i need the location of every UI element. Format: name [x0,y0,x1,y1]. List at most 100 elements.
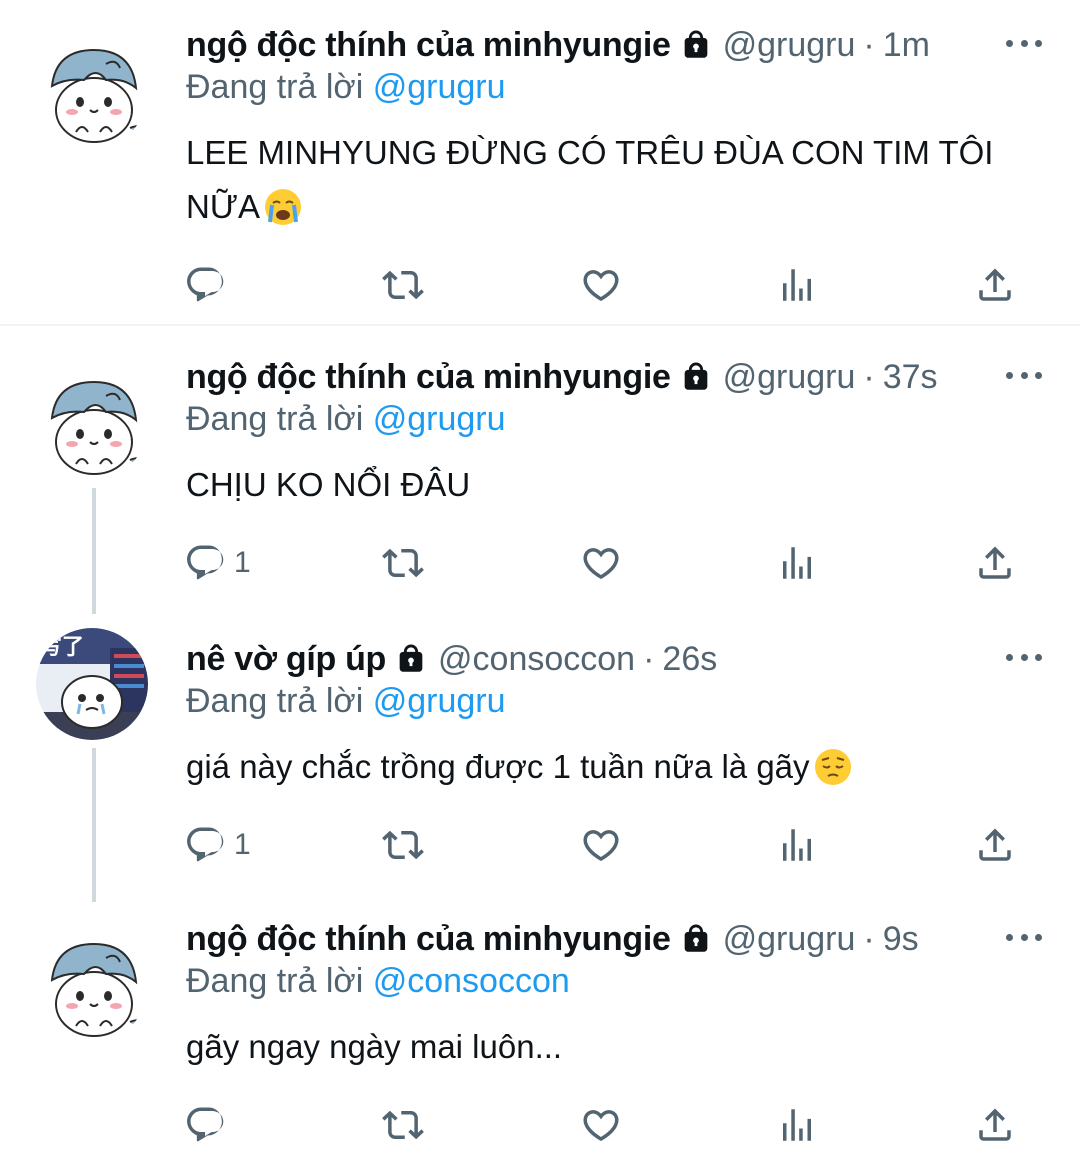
share-icon [974,1104,1016,1146]
like-button[interactable] [580,820,622,870]
reply-icon [184,824,226,866]
tweet-text: LEE MINHYUNG ĐỪNG CÓ TRÊU ĐÙA CON TIM TÔ… [186,126,1016,234]
retweet-icon [382,542,424,584]
reply-button[interactable] [184,260,226,310]
share-icon [974,824,1016,866]
loudly-crying-face-icon [264,188,302,226]
like-button[interactable] [580,260,622,310]
heart-icon [580,824,622,866]
reply-icon [184,1104,226,1146]
tweet-text-content: gãy ngay ngày mai luôn... [186,1028,563,1065]
separator: · [863,919,875,958]
display-name[interactable]: nê vờ gíp úp [186,640,386,679]
retweet-button[interactable] [382,260,424,310]
tweet-header: ngộ độc thính của minhyungie @grugru · 1… [186,22,930,68]
reply-count: 1 [234,828,251,861]
lock-icon [679,360,713,394]
display-name[interactable]: ngộ độc thính của minhyungie [186,358,671,397]
share-button[interactable] [974,1100,1016,1150]
handle[interactable]: @grugru [723,26,856,65]
heart-icon [580,542,622,584]
views-button[interactable] [776,820,818,870]
analytics-icon [776,1104,818,1146]
reply-icon [184,264,226,306]
tweet[interactable]: nê vờ gíp úp @consoccon · 26s Đang trả l… [0,628,1080,886]
replying-label: Đang trả lời [186,962,364,1000]
analytics-icon [776,542,818,584]
avatar[interactable] [36,368,148,480]
tweet-header: ngộ độc thính của minhyungie @grugru · 9… [186,916,919,962]
retweet-button[interactable] [382,538,424,588]
reply-button[interactable] [184,1100,226,1150]
more-icon[interactable] [1006,642,1042,672]
display-name[interactable]: ngộ độc thính của minhyungie [186,920,671,959]
share-icon [974,542,1016,584]
separator: · [863,25,875,64]
tweet-text-content: LEE MINHYUNG ĐỪNG CÓ TRÊU ĐÙA CON TIM TÔ… [186,134,994,225]
handle[interactable]: @consoccon [438,640,635,679]
heart-icon [580,264,622,306]
replying-label: Đang trả lời [186,682,364,720]
like-button[interactable] [580,1100,622,1150]
views-button[interactable] [776,260,818,310]
lock-icon [679,28,713,62]
mention-link[interactable]: @consoccon [373,962,570,1000]
separator: · [643,639,655,678]
avatar[interactable] [36,628,148,740]
lock-icon [679,922,713,956]
views-button[interactable] [776,1100,818,1150]
handle[interactable]: @grugru [723,358,856,397]
share-icon [974,264,1016,306]
tweet-header: ngộ độc thính của minhyungie @grugru · 3… [186,354,938,400]
share-button[interactable] [974,820,1016,870]
tweet[interactable]: ngộ độc thính của minhyungie @grugru · 1… [0,22,1080,322]
share-button[interactable] [974,538,1016,588]
handle[interactable]: @grugru [723,920,856,959]
tweet[interactable]: ngộ độc thính của minhyungie @grugru · 3… [0,354,1080,604]
display-name[interactable]: ngộ độc thính của minhyungie [186,26,671,65]
share-button[interactable] [974,260,1016,310]
more-icon[interactable] [1006,360,1042,390]
retweet-button[interactable] [382,1100,424,1150]
divider [0,324,1080,326]
tweet-text-content: CHỊU KO NỔI ĐÂU [186,466,471,503]
action-bar [0,1100,1080,1150]
retweet-icon [382,1104,424,1146]
replying-to: Đang trả lời @grugru [186,400,506,439]
timestamp[interactable]: 26s [662,640,717,679]
mention-link[interactable]: @grugru [373,68,506,106]
tweet-text-content: giá này chắc trồng được 1 tuần nữa là gã… [186,748,810,785]
separator: · [863,357,875,396]
tweet-text: CHỊU KO NỔI ĐÂU [186,458,1016,512]
action-bar [0,260,1080,310]
replying-to: Đang trả lời @consoccon [186,962,570,1001]
action-bar: 1 [0,538,1080,588]
timestamp[interactable]: 9s [883,920,919,959]
heart-icon [580,1104,622,1146]
analytics-icon [776,824,818,866]
reply-button[interactable]: 1 [184,538,251,588]
tweet-header: nê vờ gíp úp @consoccon · 26s [186,636,717,682]
lock-icon [394,642,428,676]
retweet-icon [382,824,424,866]
retweet-icon [382,264,424,306]
timestamp[interactable]: 1m [883,26,930,65]
tweet[interactable]: ngộ độc thính của minhyungie @grugru · 9… [0,916,1080,1161]
reply-button[interactable]: 1 [184,820,251,870]
more-icon[interactable] [1006,922,1042,952]
retweet-button[interactable] [382,820,424,870]
tweet-text: gãy ngay ngày mai luôn... [186,1020,1016,1074]
avatar[interactable] [36,930,148,1042]
like-button[interactable] [580,538,622,588]
reply-icon [184,542,226,584]
replying-label: Đang trả lời [186,68,364,106]
pensive-face-icon [814,748,852,786]
avatar[interactable] [36,36,148,148]
action-bar: 1 [0,820,1080,870]
replying-to: Đang trả lời @grugru [186,68,506,107]
mention-link[interactable]: @grugru [373,682,506,720]
views-button[interactable] [776,538,818,588]
mention-link[interactable]: @grugru [373,400,506,438]
more-icon[interactable] [1006,28,1042,58]
timestamp[interactable]: 37s [883,358,938,397]
